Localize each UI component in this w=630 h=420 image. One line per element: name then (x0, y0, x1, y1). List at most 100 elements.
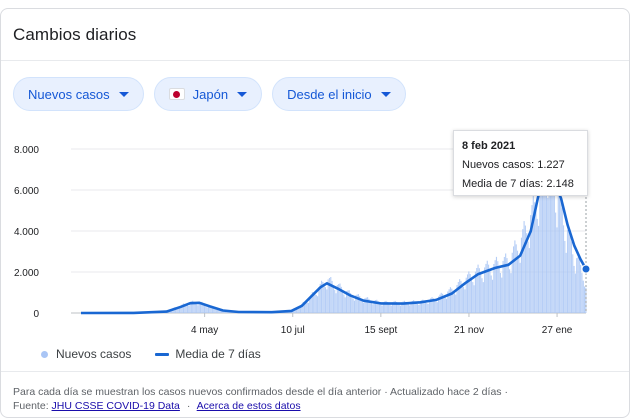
daily-case-bar (553, 193, 555, 313)
daily-case-bar (565, 252, 567, 313)
chart-legend: Nuevos casos Media de 7 días (41, 347, 261, 361)
date-range-dropdown-label: Desde el inicio (287, 86, 372, 102)
daily-case-bar (389, 304, 391, 313)
tooltip-date: 8 feb 2021 (462, 140, 516, 152)
daily-case-bar (215, 310, 217, 313)
average-legend-label: Media de 7 días (175, 347, 261, 361)
tooltip-new-cases: Nuevos casos: 1.227 (462, 159, 565, 171)
daily-case-bar (495, 256, 498, 313)
daily-case-bar (573, 265, 575, 313)
daily-case-bar (426, 302, 428, 313)
daily-case-bar (555, 212, 557, 313)
daily-case-bar (444, 297, 446, 313)
x-tick-label: 10 jul (281, 325, 305, 336)
daily-case-bar (507, 264, 509, 313)
daily-case-bar (332, 285, 334, 313)
daily-case-bar (427, 303, 429, 313)
daily-case-bar (499, 272, 501, 313)
y-tick-label: 4.000 (14, 227, 39, 238)
daily-case-bar (556, 227, 558, 313)
footer: Para cada día se muestran los casos nuev… (13, 385, 613, 413)
daily-case-bar (505, 253, 507, 313)
daily-case-bar (334, 289, 336, 313)
daily-case-bar (578, 257, 580, 313)
daily-case-bar (510, 273, 512, 313)
daily-case-bar (580, 264, 582, 313)
daily-case-bar (561, 207, 563, 313)
average-legend-swatch (155, 352, 170, 356)
daily-case-bar (409, 305, 411, 313)
metric-dropdown[interactable]: Nuevos casos (13, 77, 144, 111)
daily-case-bar (502, 260, 504, 313)
daily-case-bar (486, 260, 488, 313)
y-tick-label: 0 (33, 309, 39, 320)
daily-case-bar (448, 289, 450, 313)
daily-case-bar (473, 285, 475, 313)
daily-case-bar (407, 304, 409, 313)
about-data-link[interactable]: Acerca de estos datos (197, 400, 301, 412)
daily-case-bar (536, 218, 538, 313)
daily-case-bar (361, 300, 363, 313)
daily-case-bar (480, 273, 482, 313)
x-tick-label: 21 nov (454, 325, 484, 336)
source-prefix: Fuente: (13, 400, 49, 412)
daily-case-bar (453, 292, 455, 313)
daily-case-bar (560, 191, 562, 313)
daily-case-bar (330, 277, 332, 313)
daily-case-bar (353, 300, 355, 313)
daily-case-bar (370, 302, 373, 313)
daily-case-bar (522, 229, 524, 313)
footer-note: Para cada día se muestran los casos nuev… (13, 386, 508, 398)
daily-case-bar (188, 305, 190, 313)
daily-case-bar (307, 302, 309, 313)
daily-case-bar (477, 264, 479, 313)
y-tick-label: 2.000 (14, 268, 39, 279)
country-dropdown[interactable]: Japón (153, 77, 263, 111)
daily-case-bar (497, 261, 499, 313)
x-tick-label: 15 sept (364, 325, 397, 336)
daily-case-bar (535, 209, 537, 313)
daily-case-bar (493, 263, 495, 313)
daily-case-bar (214, 309, 216, 313)
daily-case-bar (380, 304, 382, 313)
daily-case-bar (559, 191, 561, 313)
daily-case-bar (547, 197, 549, 313)
daily-case-bar (363, 302, 365, 313)
daily-case-bar (372, 304, 374, 313)
daily-case-bar (463, 286, 465, 313)
daily-case-bar (568, 229, 570, 313)
daily-case-bar (569, 229, 571, 313)
daily-case-bar (424, 301, 427, 313)
daily-case-bar (489, 270, 491, 313)
daily-case-bar (417, 303, 419, 313)
hover-point-marker (581, 264, 591, 274)
daily-case-bar (537, 225, 540, 313)
daily-case-bar (572, 254, 574, 313)
daily-case-bar (581, 273, 583, 313)
daily-case-bar (186, 305, 188, 313)
daily-case-bar (352, 298, 354, 313)
title-divider (1, 60, 629, 61)
daily-case-bar (562, 225, 565, 313)
daily-case-bar (514, 240, 516, 313)
daily-case-bar (524, 225, 526, 313)
daily-case-bar (314, 293, 316, 313)
daily-case-bar (357, 294, 359, 313)
daily-case-bar (519, 262, 521, 313)
daily-case-bar (335, 293, 337, 313)
daily-case-bar (557, 193, 559, 313)
daily-case-bar (351, 295, 353, 313)
filter-bar: Nuevos casos Japón Desde el inicio (13, 77, 406, 111)
date-range-dropdown[interactable]: Desde el inicio (272, 77, 406, 111)
daily-case-bar (324, 287, 327, 313)
daily-case-bar (464, 289, 466, 313)
chart-tooltip: 8 feb 2021 Nuevos casos: 1.227 Media de … (453, 130, 588, 196)
chevron-down-icon (118, 91, 129, 97)
source-link[interactable]: JHU CSSE COVID-19 Data (52, 400, 180, 412)
daily-case-bar (315, 295, 317, 313)
daily-case-bar (436, 302, 438, 313)
daily-case-bar (481, 278, 483, 313)
daily-case-bar (501, 277, 503, 313)
daily-case-bar (526, 233, 528, 313)
daily-case-bar (367, 297, 369, 313)
